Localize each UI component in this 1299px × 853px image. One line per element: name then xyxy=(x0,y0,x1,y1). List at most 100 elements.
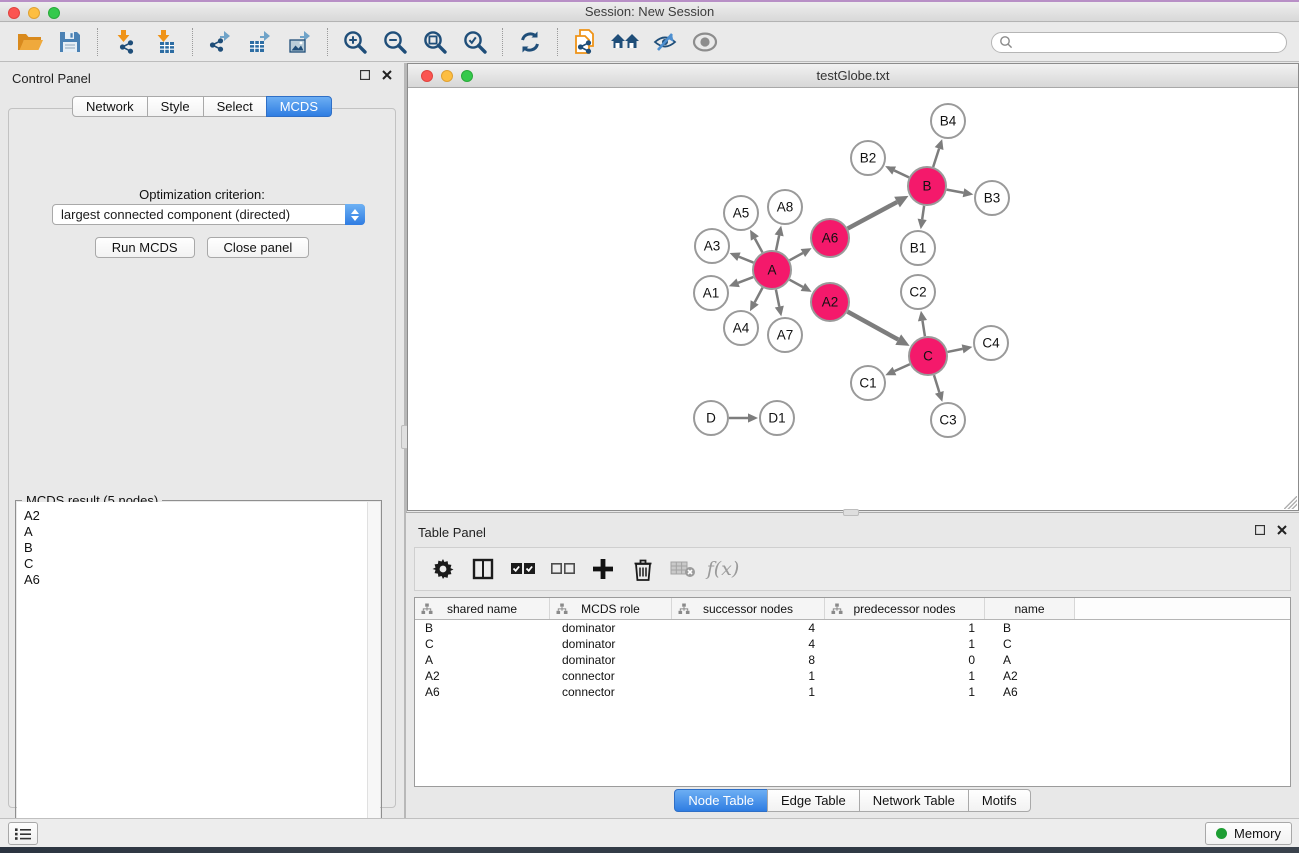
graph-edge[interactable] xyxy=(775,226,784,251)
graph-node-D1[interactable]: D1 xyxy=(760,401,794,435)
network-from-selection-icon[interactable] xyxy=(565,26,605,58)
refresh-icon[interactable] xyxy=(510,26,550,58)
table-cell[interactable]: connector xyxy=(550,668,672,684)
graph-edge[interactable] xyxy=(948,344,973,353)
graph-edge[interactable] xyxy=(885,364,909,375)
graph-node-C1[interactable]: C1 xyxy=(851,366,885,400)
result-list-item[interactable]: A6 xyxy=(24,572,380,588)
graph-node-B1[interactable]: B1 xyxy=(901,231,935,265)
column-header-name[interactable]: name xyxy=(985,598,1075,619)
column-header-shared-name[interactable]: shared name xyxy=(415,598,550,619)
graph-edge[interactable] xyxy=(729,413,758,422)
graph-edge[interactable] xyxy=(947,188,974,197)
open-file-icon[interactable] xyxy=(10,26,50,58)
table-cell[interactable]: 4 xyxy=(672,620,825,636)
table-cell[interactable]: 1 xyxy=(825,684,985,700)
graph-node-A[interactable]: A xyxy=(753,251,791,289)
table-cell[interactable]: A6 xyxy=(985,684,1075,700)
export-network-icon[interactable] xyxy=(200,26,240,58)
graph-edge[interactable] xyxy=(848,196,909,229)
graph-edge[interactable] xyxy=(918,311,927,336)
zoom-selected-icon[interactable] xyxy=(455,26,495,58)
graph-edge[interactable] xyxy=(775,290,784,317)
table-cell[interactable]: A xyxy=(985,652,1075,668)
close-panel-icon[interactable] xyxy=(382,70,392,80)
graph-node-C4[interactable]: C4 xyxy=(974,326,1008,360)
result-list-item[interactable]: A2 xyxy=(24,508,380,524)
graph-edge[interactable] xyxy=(730,252,754,262)
result-list-item[interactable]: A xyxy=(24,524,380,540)
result-list-item[interactable]: B xyxy=(24,540,380,556)
graph-node-B4[interactable]: B4 xyxy=(931,104,965,138)
zoom-out-icon[interactable] xyxy=(375,26,415,58)
home-icon[interactable] xyxy=(605,26,645,58)
result-list-scrollbar[interactable] xyxy=(367,502,380,841)
table-cell[interactable]: dominator xyxy=(550,620,672,636)
table-cell[interactable]: 8 xyxy=(672,652,825,668)
graph-node-A3[interactable]: A3 xyxy=(695,229,729,263)
table-cell[interactable]: dominator xyxy=(550,636,672,652)
table-cell[interactable]: A2 xyxy=(415,668,550,684)
tab-node-table[interactable]: Node Table xyxy=(674,789,768,812)
table-cell[interactable]: 0 xyxy=(825,652,985,668)
import-table-icon[interactable] xyxy=(145,26,185,58)
search-box[interactable] xyxy=(991,32,1287,53)
graph-node-A4[interactable]: A4 xyxy=(724,311,758,345)
graph-edge[interactable] xyxy=(848,312,910,346)
memory-button[interactable]: Memory xyxy=(1205,822,1292,845)
tab-network-table[interactable]: Network Table xyxy=(859,789,969,812)
table-cell[interactable]: C xyxy=(985,636,1075,652)
close-panel-icon[interactable] xyxy=(1277,525,1287,535)
column-header-successor-nodes[interactable]: successor nodes xyxy=(672,598,825,619)
criterion-dropdown[interactable]: largest connected component (directed) xyxy=(52,204,365,225)
table-cell[interactable]: dominator xyxy=(550,652,672,668)
graph-node-D[interactable]: D xyxy=(694,401,728,435)
window-resize-grip[interactable] xyxy=(1284,496,1297,509)
graph-edge[interactable] xyxy=(729,277,754,287)
float-panel-icon[interactable] xyxy=(1255,525,1265,535)
import-network-icon[interactable] xyxy=(105,26,145,58)
table-cell[interactable]: B xyxy=(985,620,1075,636)
table-cell[interactable]: A2 xyxy=(985,668,1075,684)
table-cell[interactable]: 1 xyxy=(825,620,985,636)
export-table-icon[interactable] xyxy=(240,26,280,58)
column-header-MCDS-role[interactable]: MCDS role xyxy=(550,598,672,619)
show-graphics-details-icon[interactable] xyxy=(685,26,725,58)
graph-node-C2[interactable]: C2 xyxy=(901,275,935,309)
graph-node-A7[interactable]: A7 xyxy=(768,318,802,352)
tab-motifs[interactable]: Motifs xyxy=(968,789,1031,812)
table-cell[interactable]: C xyxy=(415,636,550,652)
graph-edge[interactable] xyxy=(885,166,909,177)
graph-node-A1[interactable]: A1 xyxy=(694,276,728,310)
export-image-icon[interactable] xyxy=(280,26,320,58)
select-all-icon[interactable] xyxy=(505,552,541,586)
float-panel-icon[interactable] xyxy=(360,70,370,80)
graph-edge[interactable] xyxy=(790,248,812,260)
table-cell[interactable]: A xyxy=(415,652,550,668)
graph-edge[interactable] xyxy=(750,230,762,253)
column-layout-icon[interactable] xyxy=(465,552,501,586)
graph-node-B2[interactable]: B2 xyxy=(851,141,885,175)
graph-node-B3[interactable]: B3 xyxy=(975,181,1009,215)
search-input[interactable] xyxy=(1013,35,1279,49)
hide-graphics-details-icon[interactable] xyxy=(645,26,685,58)
tab-style[interactable]: Style xyxy=(147,96,204,117)
table-cell[interactable]: 1 xyxy=(672,684,825,700)
delete-column-icon[interactable] xyxy=(625,552,661,586)
deselect-all-icon[interactable] xyxy=(545,552,581,586)
tab-edge-table[interactable]: Edge Table xyxy=(767,789,860,812)
tab-select[interactable]: Select xyxy=(203,96,267,117)
tab-network[interactable]: Network xyxy=(72,96,148,117)
graph-edge[interactable] xyxy=(933,139,943,167)
graph-node-A5[interactable]: A5 xyxy=(724,196,758,230)
zoom-fit-icon[interactable] xyxy=(415,26,455,58)
table-cell[interactable]: 1 xyxy=(825,636,985,652)
table-cell[interactable]: 1 xyxy=(672,668,825,684)
table-cell[interactable]: 4 xyxy=(672,636,825,652)
graph-edge[interactable] xyxy=(790,280,812,292)
horizontal-splitter[interactable] xyxy=(406,512,1299,519)
result-list-item[interactable]: C xyxy=(24,556,380,572)
graph-node-A8[interactable]: A8 xyxy=(768,190,802,224)
table-cell[interactable]: connector xyxy=(550,684,672,700)
run-mcds-button[interactable]: Run MCDS xyxy=(95,237,195,258)
